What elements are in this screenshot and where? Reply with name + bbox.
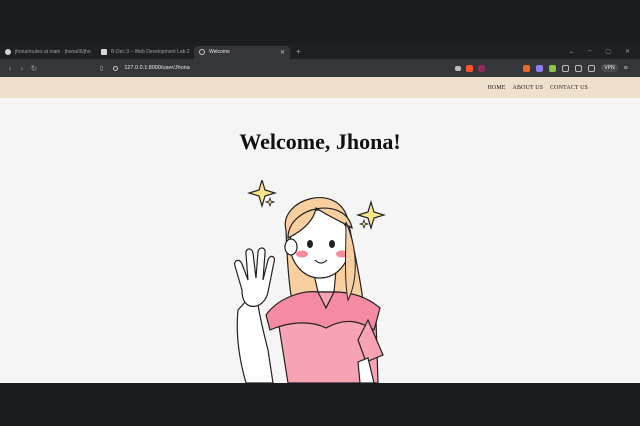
brave-rewards-icon[interactable] bbox=[478, 64, 486, 72]
browser-tab-strip: jhona/routes at main · jhona06/jho B-Dec… bbox=[0, 43, 640, 59]
sidebar-icon[interactable] bbox=[575, 64, 583, 72]
vpn-button[interactable]: VPN bbox=[601, 64, 618, 72]
welcome-heading: Welcome, Jhona! bbox=[239, 129, 401, 154]
nav-about-link[interactable]: ABOUT US bbox=[513, 85, 544, 91]
bottom-letterbox bbox=[0, 383, 640, 426]
reload-icon[interactable]: ↻ bbox=[28, 64, 40, 73]
tab-github-routes[interactable]: jhona/routes at main · jhona06/jho bbox=[0, 46, 96, 59]
forward-icon[interactable]: › bbox=[16, 64, 28, 73]
tab-label: Welcome bbox=[209, 49, 230, 55]
extensions-puzzle-icon[interactable] bbox=[562, 64, 570, 72]
tab-welcome[interactable]: Welcome ✕ bbox=[194, 45, 290, 59]
browser-toolbar: ‹ › ↻ ▯ 127.0.0.1:8000/user/Jhona VPN ≡ bbox=[0, 59, 640, 77]
address-bar[interactable]: 127.0.0.1:8000/user/Jhona bbox=[113, 62, 486, 74]
chevron-down-icon[interactable]: ⌄ bbox=[569, 48, 574, 55]
window-controls: ⌄ – ▢ ✕ bbox=[569, 48, 640, 55]
menu-icon[interactable]: ≡ bbox=[624, 65, 628, 72]
extensions-area: VPN bbox=[523, 64, 618, 72]
brave-shields-icon[interactable] bbox=[466, 64, 474, 72]
tab-web-dev-lab[interactable]: B-Dec 3 – Web Development Lab 2 bbox=[96, 46, 194, 59]
waving-girl-illustration bbox=[234, 180, 387, 383]
tab-label: jhona/routes at main · jhona06/jho bbox=[15, 49, 91, 55]
tab-label: B-Dec 3 – Web Development Lab 2 bbox=[111, 49, 190, 55]
site-nav: HOME ABOUT US CONTACT US bbox=[0, 77, 640, 98]
close-tab-icon[interactable]: ✕ bbox=[276, 49, 285, 56]
site-info-icon[interactable] bbox=[113, 65, 119, 71]
extension-2-icon[interactable] bbox=[536, 64, 544, 72]
extension-3-icon[interactable] bbox=[549, 64, 557, 72]
maximize-icon[interactable]: ▢ bbox=[605, 48, 611, 55]
gear-icon bbox=[101, 49, 107, 55]
github-icon bbox=[5, 49, 11, 55]
back-icon[interactable]: ‹ bbox=[4, 64, 16, 73]
bookmark-icon[interactable]: ▯ bbox=[100, 65, 103, 72]
new-tab-button[interactable]: + bbox=[296, 47, 301, 56]
wallet-icon[interactable] bbox=[588, 64, 596, 72]
nav-contact-link[interactable]: CONTACT US bbox=[550, 85, 588, 91]
globe-icon bbox=[199, 49, 205, 55]
minimize-icon[interactable]: – bbox=[588, 48, 591, 55]
url-text: 127.0.0.1:8000/user/Jhona bbox=[124, 65, 190, 71]
share-icon[interactable] bbox=[455, 65, 462, 71]
close-window-icon[interactable]: ✕ bbox=[625, 48, 630, 55]
nav-home-link[interactable]: HOME bbox=[487, 85, 505, 91]
extension-1-icon[interactable] bbox=[523, 64, 531, 72]
top-letterbox bbox=[0, 0, 640, 43]
web-page: HOME ABOUT US CONTACT US Welcome, Jhona! bbox=[0, 77, 640, 383]
